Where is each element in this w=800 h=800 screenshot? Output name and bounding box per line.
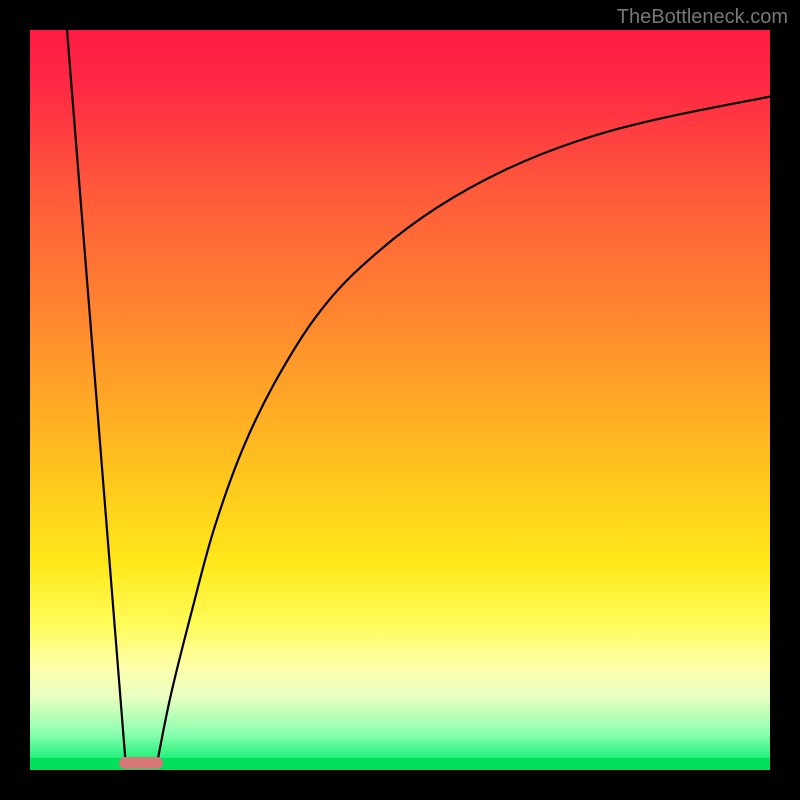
watermark-text: TheBottleneck.com [617,6,788,29]
curve-layer [30,30,770,770]
plot-area [30,30,770,770]
left-branch-line [67,30,126,770]
chart-frame: TheBottleneck.com [0,0,800,800]
right-branch-line [156,97,770,770]
minimum-marker [119,757,163,769]
